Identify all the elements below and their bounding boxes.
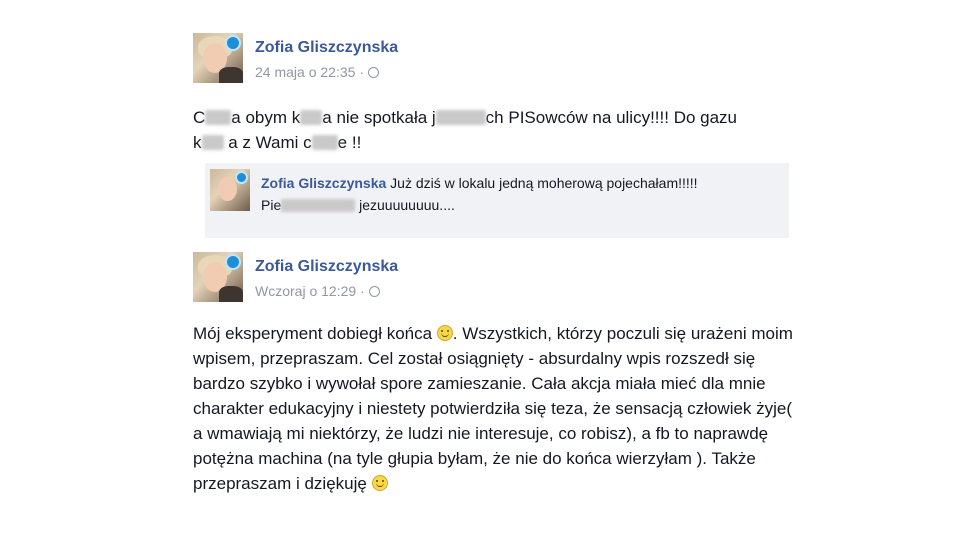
avatar-badge-icon — [235, 171, 248, 184]
censor-blur — [311, 135, 338, 150]
censor-blur — [281, 199, 356, 212]
author-name[interactable]: Zofia Gliszczynska — [255, 39, 398, 57]
post-text-part: . Wszystkich, którzy poczuli się urażeni… — [193, 324, 793, 493]
censor-blur — [300, 110, 323, 125]
globe-icon[interactable] — [368, 286, 380, 297]
comment-box: Zofia Gliszczynska Już dziś w lokalu jed… — [205, 163, 789, 238]
avatar-face — [218, 177, 237, 201]
comment-author-name[interactable]: Zofia Gliszczynska — [261, 175, 386, 191]
avatar-badge-icon — [225, 35, 241, 51]
post-text: Mój eksperyment dobiegł końca . Wszystki… — [193, 321, 803, 496]
comment-text: Zofia Gliszczynska Już dziś w lokalu jed… — [261, 172, 781, 216]
comment-text-line1: Już dziś w lokalu jedną moherową pojecha… — [386, 175, 698, 191]
censor-blur — [205, 110, 232, 125]
post-text-part: ch PISowców na ulicy!!!! Do gazu — [485, 108, 738, 127]
post-text: Ca obym k a nie spotkała j ch PISowców na … — [193, 105, 793, 155]
meta-separator: · — [360, 283, 365, 299]
post-text-part: a z Wami c — [228, 133, 312, 152]
comment-text-line2-start: Pie — [261, 197, 282, 213]
comment-text-line2-end: jezuuuuuuuu.... — [355, 197, 455, 213]
post-timestamp[interactable]: Wczoraj o 12:29 — [255, 283, 356, 299]
avatar-cat — [219, 67, 243, 83]
smiley-emoji-icon — [436, 325, 453, 341]
globe-icon[interactable] — [368, 67, 380, 78]
post-text-part: C — [193, 108, 206, 127]
post-text-part: Mój eksperyment dobiegł końca — [193, 324, 437, 343]
author-avatar[interactable] — [193, 33, 243, 83]
meta-separator: · — [359, 64, 365, 80]
post-text-part: a nie spotkała j — [322, 108, 436, 127]
author-name[interactable]: Zofia Gliszczynska — [255, 258, 398, 276]
avatar-badge-icon — [225, 254, 241, 270]
post-header: Zofia Gliszczynska 24 maja o 22:35 · — [193, 33, 793, 85]
censor-blur — [201, 135, 224, 150]
post-text-part: k — [193, 133, 202, 152]
smiley-emoji-icon — [371, 475, 388, 491]
avatar-cat — [219, 286, 243, 302]
author-avatar[interactable] — [193, 252, 243, 302]
censor-blur — [435, 110, 486, 125]
post-text-part: e !! — [337, 133, 362, 152]
post-text-part: a obym k — [231, 108, 301, 127]
post-2: Zofia Gliszczynska Wczoraj o 12:29 · Mój … — [193, 252, 793, 496]
post-timestamp-row: 24 maja o 22:35 · — [255, 64, 380, 80]
post-1: Zofia Gliszczynska 24 maja o 22:35 · Ca o… — [193, 33, 793, 155]
comment-author-avatar[interactable] — [210, 169, 250, 211]
post-timestamp-row: Wczoraj o 12:29 · — [255, 283, 380, 299]
post-header: Zofia Gliszczynska Wczoraj o 12:29 · — [193, 252, 793, 304]
post-timestamp[interactable]: 24 maja o 22:35 — [255, 64, 355, 80]
